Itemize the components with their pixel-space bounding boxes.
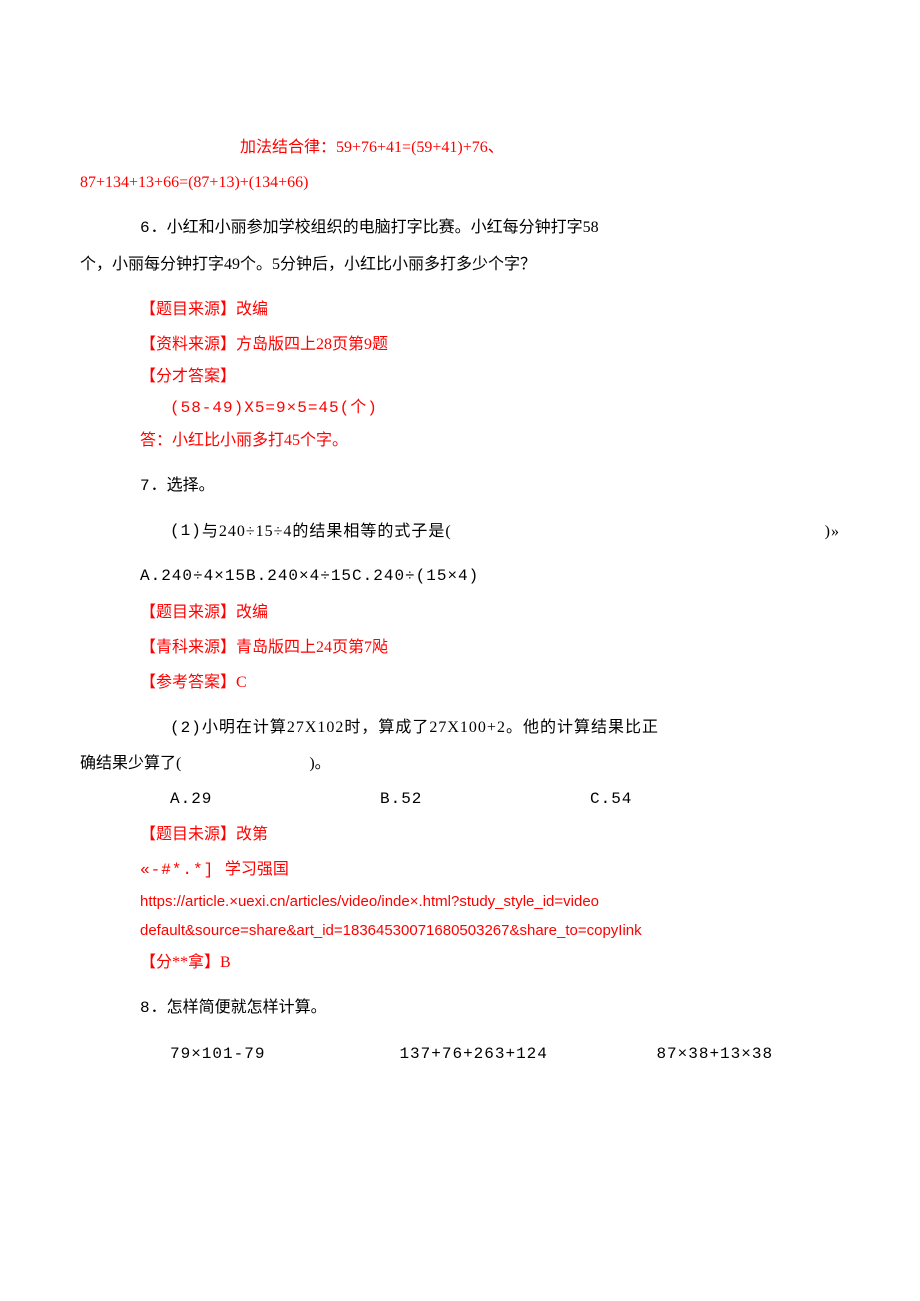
q7-p2-line2: 确结果少算了( )。 (80, 746, 840, 781)
q7-p2-link2: default&source=share&art_id=183645300716… (80, 917, 840, 946)
q8-number: 8 (140, 999, 151, 1017)
q7-p1-ans-val: C (236, 674, 247, 691)
q7-p2-text2-pre: 确结果少算了( (80, 755, 181, 772)
q7-p1-body: 与240÷15÷4的结果相等的式子是( (202, 514, 452, 549)
q6-number: 6 (140, 219, 151, 237)
q7-p2-ref-text: 学习强国 (225, 861, 289, 878)
q8-e2: 137+76+263+124 (399, 1037, 656, 1072)
q6-line1: 6．小红和小丽参加学校组织的电脑打字比赛。小红每分钟打字58 (80, 210, 840, 246)
q6-line2: 个，小丽每分钟打字49个。5分钟后，小红比小丽多打多少个字？ (80, 247, 840, 282)
q8-e1: 79×101-79 (170, 1037, 399, 1072)
q7-p2-options: A.29 B.52 C.54 (80, 782, 840, 817)
q7-p1-opts: A.240÷4×15B.240×4÷15C.240÷(15×4) (80, 559, 840, 594)
q7-p2-source: 【题目未源】改第 (80, 817, 840, 852)
q7-p2-optB: B.52 (380, 782, 590, 817)
q7-p2-ref: «-#*.*] 学习强国 (80, 852, 840, 888)
q7-p1-text: (1) 与240÷15÷4的结果相等的式子是( )» (80, 514, 840, 549)
q7-p1-ref-val: 青岛版四上24页第7飐 (236, 639, 388, 656)
q7-p1-ans-label: 【参考答案】 (140, 674, 236, 691)
q7-p2-optC: C.54 (590, 782, 800, 817)
q7-p1-num: (1) (170, 514, 202, 549)
q6-source-val: 改编 (236, 301, 268, 318)
q7-p2-ans: 【分**拿】B (80, 945, 840, 980)
q7-p1-ref-label: 【青科来源】 (140, 639, 236, 656)
q8-e3: 87×38+13×38 (656, 1037, 840, 1072)
q8-title: 8．怎样简便就怎样计算。 (80, 990, 840, 1026)
q7-p2-link1: https://article.×uexi.cn/articles/video/… (80, 888, 840, 917)
q7-p2-source-val: 改第 (236, 826, 268, 843)
q7-title-text: ．选择。 (151, 477, 215, 494)
q7-p1-source-label: 【题目来源】 (140, 604, 236, 621)
q6-text1: ．小红和小丽参加学校组织的电脑打字比赛。小红每分钟打字58 (151, 219, 599, 236)
q7-title: 7．选择。 (80, 468, 840, 504)
document-page: 加法结合律：59+76+41=(59+41)+76、 87+134+13+66=… (0, 0, 920, 1132)
q7-p2-optA: A.29 (170, 782, 380, 817)
q7-p1-source: 【题目来源】改编 (80, 595, 840, 630)
q8-expressions: 79×101-79 137+76+263+124 87×38+13×38 (80, 1037, 840, 1072)
q7-p2-text1: 小明在计算27X102时，算成了27X100+2。他的计算结果比正 (202, 719, 659, 736)
q6-ans-label: 【分才答案】 (80, 362, 840, 392)
q7-p1-source-val: 改编 (236, 604, 268, 621)
q6-answer: 答：小红比小丽多打45个字。 (80, 423, 840, 458)
q7-p2-ref-prefix: «-#*.*] (140, 861, 225, 879)
header-line-2: 87+134+13+66=(87+13)+(134+66) (80, 165, 840, 200)
q7-p2-num: (2) (170, 719, 202, 737)
q7-p1-ref: 【青科来源】青岛版四上24页第7飐 (80, 630, 840, 665)
header-line-1: 加法结合律：59+76+41=(59+41)+76、 (80, 130, 840, 165)
q6-source: 【题目来源】改编 (80, 292, 840, 327)
q7-p1-ans: 【参考答案】C (80, 665, 840, 700)
q7-p1-close: )» (825, 514, 840, 549)
q7-p2-text2-close: )。 (309, 755, 330, 772)
q6-ref-val: 方岛版四上28页第9题 (236, 336, 388, 353)
q6-source-label: 【题目来源】 (140, 301, 236, 318)
q6-ref: 【资料来源】方岛版四上28页第9题 (80, 327, 840, 362)
q7-p2-ans-label: 【分**拿】 (140, 954, 220, 971)
q7-number: 7 (140, 477, 151, 495)
q7-p2-ans-val: B (220, 954, 231, 971)
q7-p2-source-label: 【题目未源】 (140, 826, 236, 843)
q7-p2-line1: (2)小明在计算27X102时，算成了27X100+2。他的计算结果比正 (80, 710, 840, 746)
q6-calc: (58-49)X5=9×5=45(个) (80, 393, 840, 423)
q8-title-text: ．怎样简便就怎样计算。 (151, 999, 327, 1016)
q6-ref-label: 【资料来源】 (140, 336, 236, 353)
